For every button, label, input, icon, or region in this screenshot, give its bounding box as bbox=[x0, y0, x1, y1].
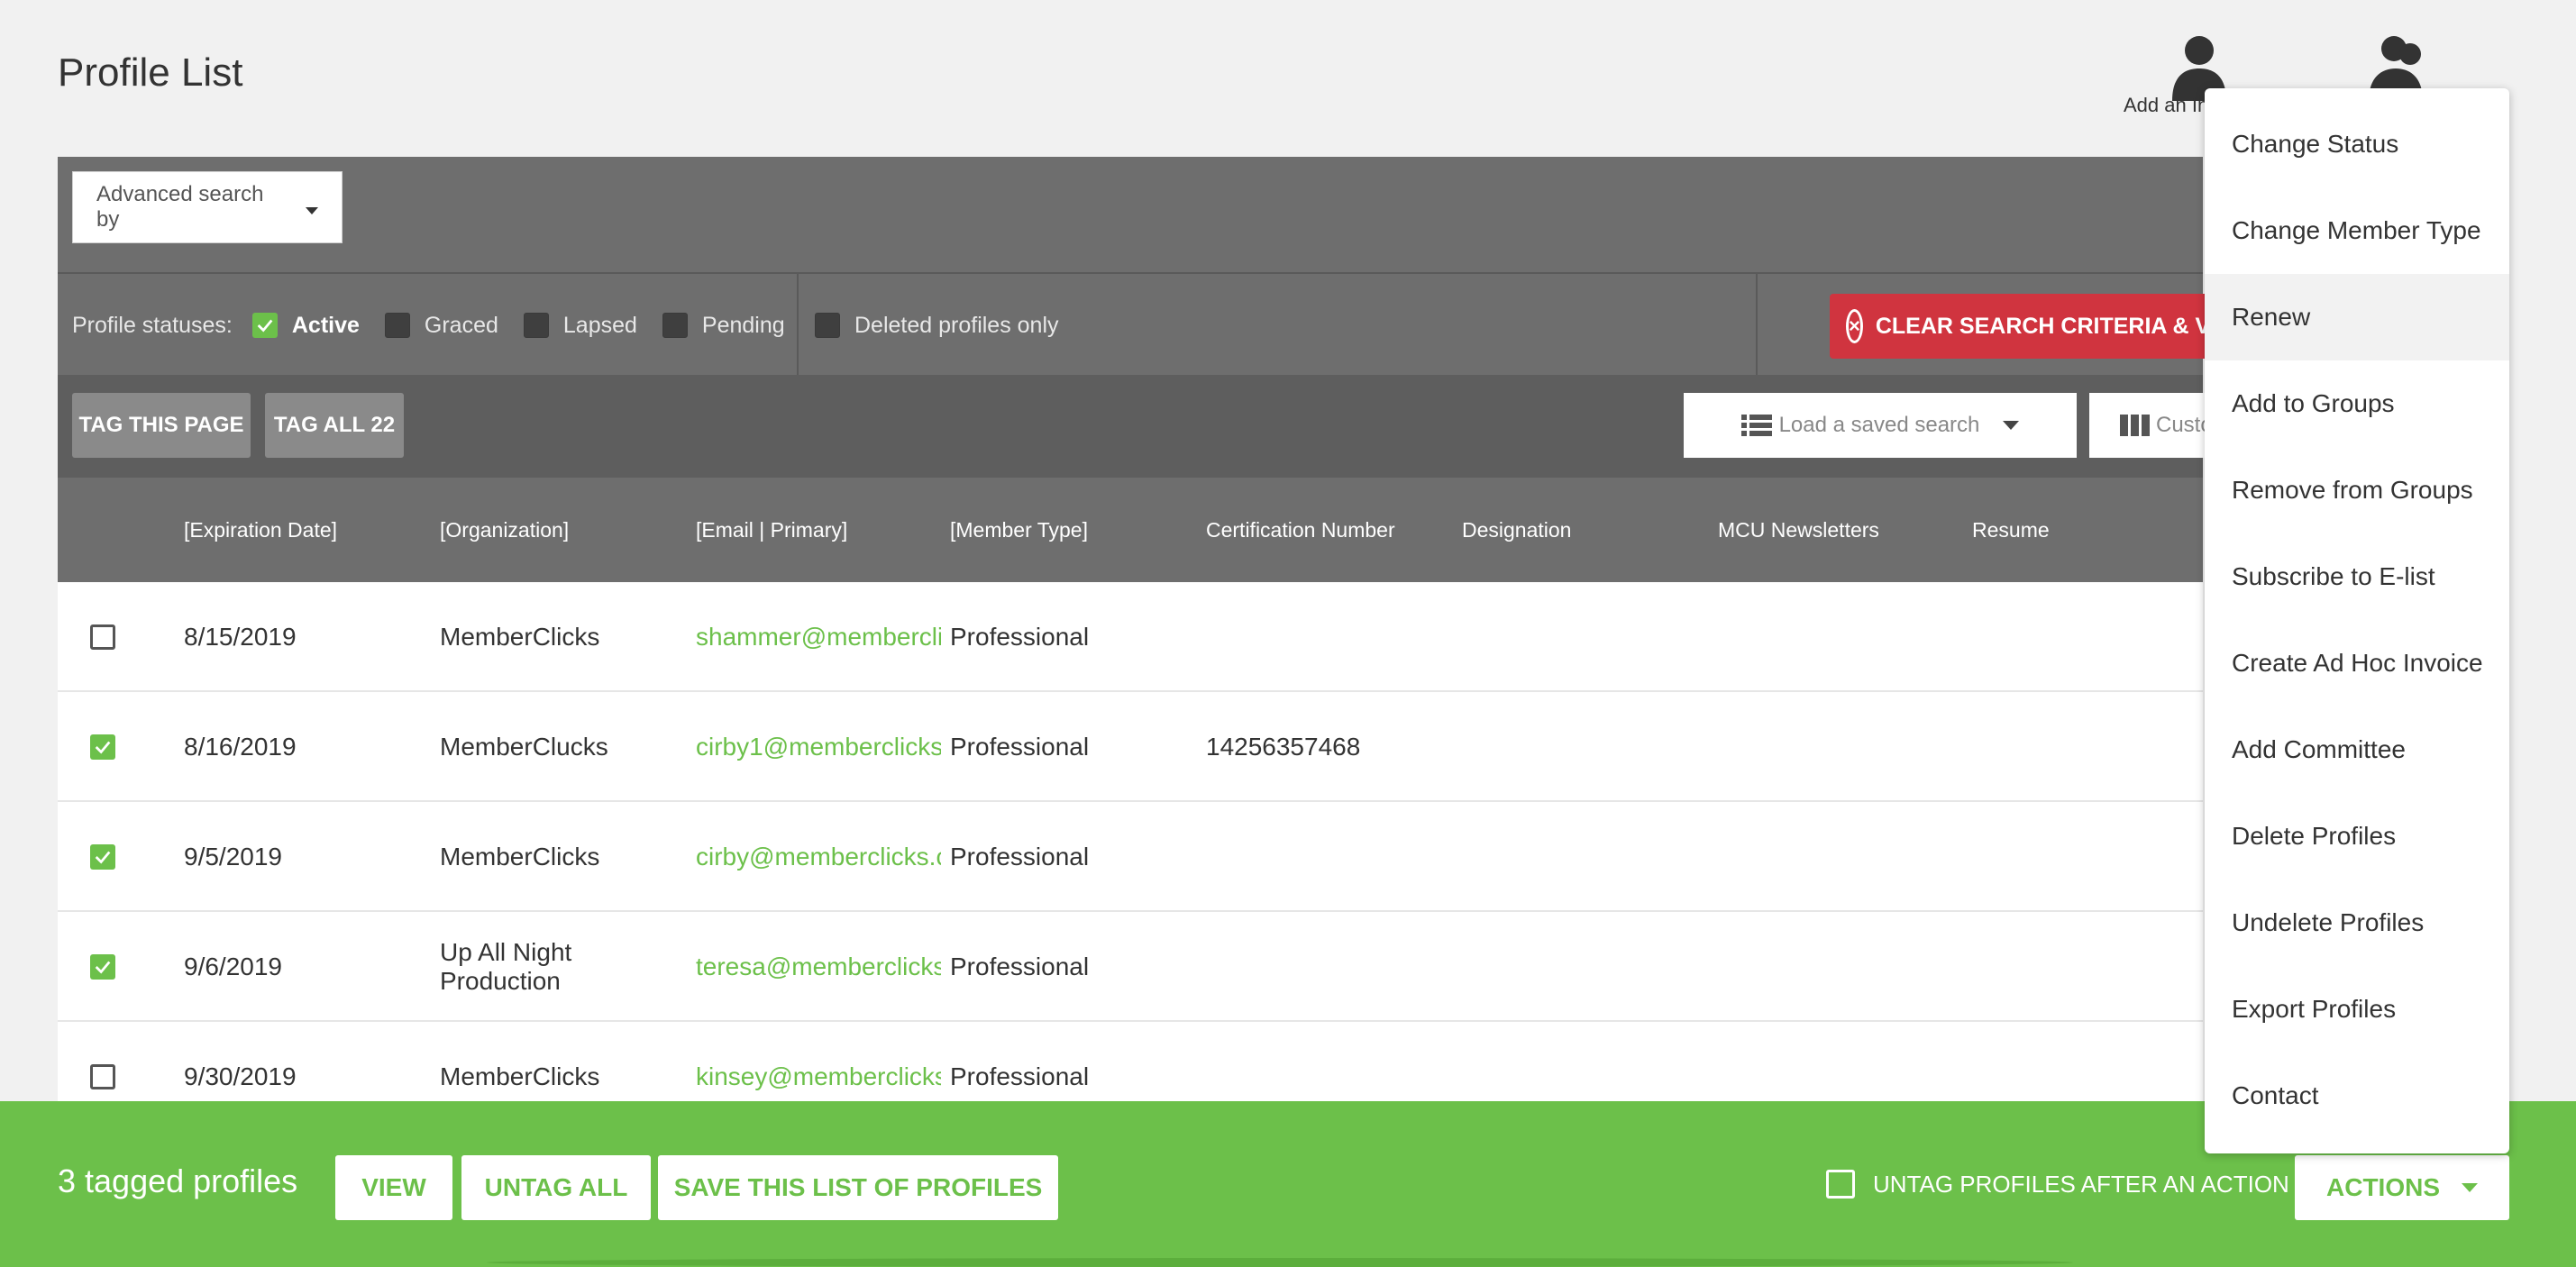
table-row[interactable]: 9/5/2019 MemberClicks cirby@memberclicks… bbox=[58, 802, 2203, 912]
cell-email-link[interactable]: teresa@memberclicks. bbox=[696, 912, 941, 1022]
menu-item-change-status[interactable]: Change Status bbox=[2205, 101, 2509, 187]
checkbox-icon[interactable] bbox=[815, 313, 840, 338]
cell-member-type: Professional bbox=[950, 953, 1090, 980]
menu-item-export-profiles[interactable]: Export Profiles bbox=[2205, 966, 2509, 1053]
column-header-member-type[interactable]: [Member Type] bbox=[950, 478, 1088, 582]
row-checkbox-checked-icon[interactable] bbox=[90, 954, 115, 980]
cell-organization: MemberClicks bbox=[440, 623, 600, 651]
row-checkbox-icon[interactable] bbox=[90, 1064, 115, 1089]
add-individual-label[interactable]: Add an In bbox=[2124, 94, 2208, 117]
checkbox-checked-icon[interactable] bbox=[251, 313, 278, 338]
table-header: [Expiration Date] [Organization] [Email … bbox=[58, 478, 2203, 582]
cell-expiration-date: 8/16/2019 bbox=[184, 733, 297, 761]
cell-organization: MemberClicks bbox=[440, 1062, 600, 1090]
row-checkbox-checked-icon[interactable] bbox=[90, 844, 115, 870]
status-filter-pending[interactable]: Pending bbox=[662, 313, 785, 339]
cell-email-link[interactable]: shammer@memberclicks bbox=[696, 582, 941, 692]
cell-certification-number bbox=[1206, 802, 1449, 912]
status-filter-lapsed[interactable]: Lapsed bbox=[523, 313, 637, 339]
table-row[interactable]: 9/6/2019 Up All Night Production teresa@… bbox=[58, 912, 2203, 1022]
advanced-search-select[interactable]: Advanced search by bbox=[72, 171, 343, 243]
advanced-search-label: Advanced search by bbox=[96, 182, 264, 232]
menu-item-undelete-profiles[interactable]: Undelete Profiles bbox=[2205, 880, 2509, 966]
tag-toolbar: TAG THIS PAGE TAG ALL 22 Load a saved se… bbox=[58, 375, 2270, 478]
cell-organization: MemberClicks bbox=[440, 843, 600, 870]
tag-all-button[interactable]: TAG ALL 22 bbox=[265, 393, 404, 458]
column-header-resume[interactable]: Resume bbox=[1972, 478, 2050, 582]
load-saved-search-label: Load a saved search bbox=[1778, 413, 1980, 437]
cell-email-link[interactable]: kinsey@memberclicks. bbox=[696, 1022, 941, 1101]
untag-all-button[interactable]: UNTAG ALL bbox=[461, 1155, 651, 1220]
checkbox-icon[interactable] bbox=[384, 313, 410, 338]
cell-expiration-date: 9/5/2019 bbox=[184, 843, 282, 870]
cell-member-type: Professional bbox=[950, 733, 1090, 761]
status-filter-graced[interactable]: Graced bbox=[384, 313, 498, 339]
status-filter-active[interactable]: Active bbox=[251, 313, 360, 339]
save-list-button[interactable]: SAVE THIS LIST OF PROFILES bbox=[658, 1155, 1058, 1220]
cell-email-link[interactable]: cirby1@memberclicks. bbox=[696, 692, 941, 802]
cell-organization: Up All Night Production bbox=[440, 938, 572, 995]
load-saved-search-select[interactable]: Load a saved search bbox=[1684, 393, 2077, 458]
cell-member-type: Professional bbox=[950, 623, 1090, 651]
caret-down-icon bbox=[2462, 1183, 2478, 1192]
deleted-profiles-only-filter[interactable]: Deleted profiles only bbox=[815, 274, 1059, 377]
table-row[interactable]: 9/30/2019 MemberClicks kinsey@memberclic… bbox=[58, 1022, 2203, 1101]
tagged-profiles-count: 3 tagged profiles bbox=[58, 1162, 298, 1199]
cell-certification-number: 14256357468 bbox=[1206, 733, 1361, 761]
divider bbox=[1756, 274, 1758, 377]
menu-item-delete-profiles[interactable]: Delete Profiles bbox=[2205, 793, 2509, 880]
menu-item-remove-from-groups[interactable]: Remove from Groups bbox=[2205, 447, 2509, 533]
actions-dropdown-menu: Change Status Change Member Type Renew A… bbox=[2205, 88, 2509, 1153]
column-header-mcu-newsletters[interactable]: MCU Newsletters bbox=[1718, 478, 1879, 582]
menu-item-create-ad-hoc-invoice[interactable]: Create Ad Hoc Invoice bbox=[2205, 620, 2509, 706]
column-header-designation[interactable]: Designation bbox=[1462, 478, 1571, 582]
table-row[interactable]: 8/15/2019 MemberClicks shammer@membercli… bbox=[58, 582, 2203, 692]
row-checkbox-checked-icon[interactable] bbox=[90, 734, 115, 760]
view-button[interactable]: VIEW bbox=[335, 1155, 452, 1220]
cell-member-type: Professional bbox=[950, 1062, 1090, 1090]
status-filter-bar: Profile statuses: Active Graced Lapsed P… bbox=[58, 272, 2280, 377]
profile-table-body: 8/15/2019 MemberClicks shammer@membercli… bbox=[58, 582, 2203, 1101]
caret-down-icon bbox=[2003, 421, 2020, 430]
menu-item-add-to-groups[interactable]: Add to Groups bbox=[2205, 360, 2509, 447]
divider bbox=[797, 274, 799, 377]
cell-certification-number bbox=[1206, 912, 1449, 1022]
search-bar: Advanced search by bbox=[58, 157, 2203, 272]
checkbox-icon[interactable] bbox=[662, 313, 688, 338]
actions-button[interactable]: ACTIONS bbox=[2295, 1155, 2509, 1220]
columns-icon bbox=[2120, 415, 2150, 436]
cell-organization: MemberClucks bbox=[440, 733, 608, 761]
table-row[interactable]: 8/16/2019 MemberClucks cirby1@memberclic… bbox=[58, 692, 2203, 802]
list-icon bbox=[1740, 415, 1772, 436]
cell-expiration-date: 9/6/2019 bbox=[184, 953, 282, 980]
column-header-organization[interactable]: [Organization] bbox=[440, 478, 569, 582]
column-header-expiration-date[interactable]: [Expiration Date] bbox=[184, 478, 337, 582]
column-header-email[interactable]: [Email | Primary] bbox=[696, 478, 847, 582]
checkbox-icon[interactable] bbox=[1826, 1170, 1855, 1199]
caret-down-icon bbox=[306, 207, 318, 214]
cell-certification-number bbox=[1206, 582, 1449, 692]
page-title: Profile List bbox=[58, 50, 243, 95]
tag-this-page-button[interactable]: TAG THIS PAGE bbox=[72, 393, 251, 458]
menu-item-renew[interactable]: Renew bbox=[2205, 274, 2509, 360]
cell-certification-number bbox=[1206, 1022, 1449, 1101]
profile-statuses-label: Profile statuses: bbox=[72, 312, 233, 338]
cell-expiration-date: 9/30/2019 bbox=[184, 1062, 297, 1090]
menu-item-change-member-type[interactable]: Change Member Type bbox=[2205, 187, 2509, 274]
menu-item-add-committee[interactable]: Add Committee bbox=[2205, 706, 2509, 793]
close-circle-icon: × bbox=[1846, 309, 1863, 343]
checkbox-icon[interactable] bbox=[523, 313, 549, 338]
cell-email-link[interactable]: cirby@memberclicks.c bbox=[696, 802, 941, 912]
row-checkbox-icon[interactable] bbox=[90, 624, 115, 650]
untag-after-action-label: UNTAG PROFILES AFTER AN ACTION bbox=[1873, 1170, 2289, 1198]
column-header-certification-number[interactable]: Certification Number bbox=[1206, 478, 1395, 582]
cell-member-type: Professional bbox=[950, 843, 1090, 870]
cell-expiration-date: 8/15/2019 bbox=[184, 623, 297, 651]
menu-item-contact[interactable]: Contact bbox=[2205, 1053, 2509, 1139]
menu-item-subscribe-to-elist[interactable]: Subscribe to E-list bbox=[2205, 533, 2509, 620]
tagged-profiles-footer: 3 tagged profiles VIEW UNTAG ALL SAVE TH… bbox=[0, 1101, 2576, 1267]
